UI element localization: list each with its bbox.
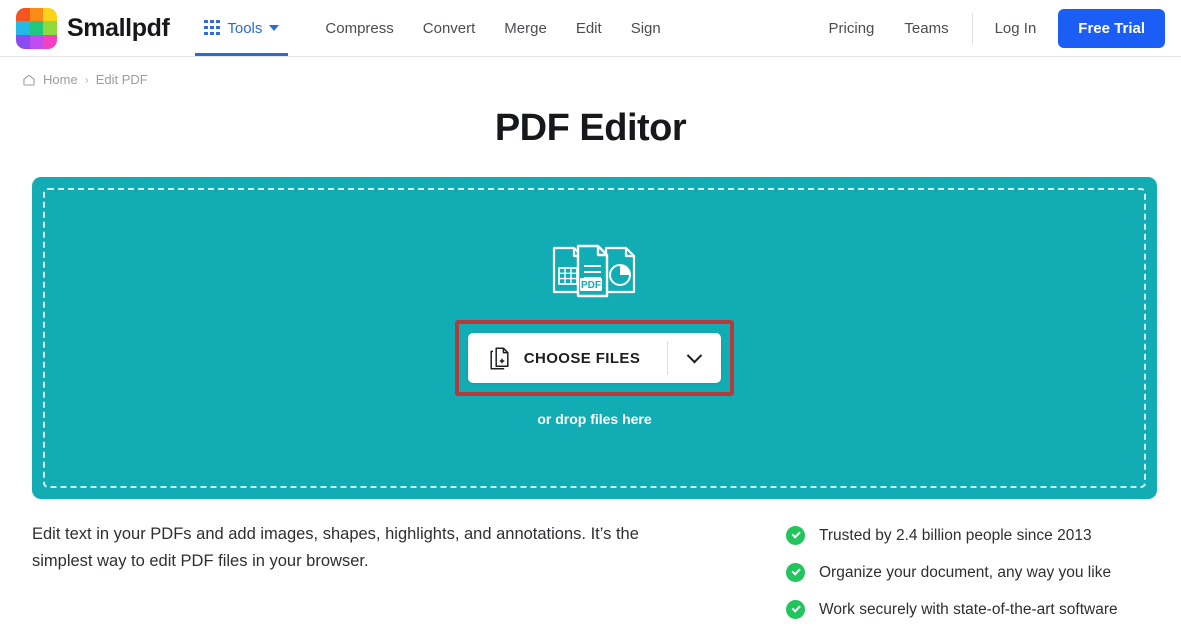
chevron-down-icon (686, 347, 703, 363)
breadcrumb-current: Edit PDF (95, 72, 148, 87)
logo-cell-2 (29, 7, 44, 22)
documents-stack-icon: PDF (553, 244, 636, 298)
chevron-down-icon (269, 25, 280, 31)
logo-cell-8 (29, 34, 44, 49)
choose-files-label: CHOOSE FILES (523, 349, 641, 367)
logo-cell-3 (43, 7, 57, 22)
nav-link-group: Compress Convert Merge Edit Sign (325, 20, 660, 37)
logo-cell-5 (29, 21, 44, 35)
site-header: Smallpdf Tools Compress Convert Merge Ed… (0, 0, 1181, 57)
svg-text:PDF: PDF (581, 280, 601, 291)
page-title: PDF Editor (494, 107, 687, 149)
primary-nav: Tools Compress Convert Merge Edit Sign (195, 0, 661, 56)
choose-files-button[interactable]: CHOOSE FILES (468, 333, 667, 383)
file-dropzone[interactable]: PDF CHOOSE FILES or drop files here (32, 177, 1157, 499)
logo-cell-6 (43, 21, 57, 35)
secondary-link-group: Pricing Teams (829, 20, 972, 37)
list-item: Organize your document, any way you like (786, 563, 1118, 582)
secondary-nav: Pricing Teams Log In Free Trial (829, 8, 1165, 48)
feature-label: Trusted by 2.4 billion people since 2013 (819, 526, 1092, 544)
feature-label: Work securely with state-of-the-art soft… (819, 600, 1118, 618)
nav-link-teams[interactable]: Teams (904, 20, 948, 37)
nav-link-edit[interactable]: Edit (576, 20, 602, 37)
logo-cell-7 (16, 34, 30, 49)
nav-tools-menu[interactable]: Tools (195, 0, 289, 56)
list-item: Trusted by 2.4 billion people since 2013 (786, 526, 1118, 545)
feature-list: Trusted by 2.4 billion people since 2013… (786, 521, 1118, 619)
file-add-icon (490, 346, 509, 370)
logo-cell-4 (16, 21, 30, 35)
nav-link-sign[interactable]: Sign (631, 20, 661, 37)
login-link[interactable]: Log In (973, 20, 1059, 37)
choose-files-highlight: CHOOSE FILES (454, 320, 735, 396)
breadcrumb-home-link[interactable]: Home (43, 72, 78, 87)
feature-label: Organize your document, any way you like (819, 563, 1112, 581)
choose-files-dropdown-button[interactable] (668, 333, 721, 383)
tool-description: Edit text in your PDFs and add images, s… (32, 525, 639, 570)
nav-link-merge[interactable]: Merge (504, 20, 547, 37)
grid-dots-icon (204, 20, 220, 36)
brand-logo-link[interactable]: Smallpdf (16, 7, 170, 49)
check-circle-icon (786, 526, 805, 545)
nav-tools-label: Tools (227, 19, 263, 37)
breadcrumb: Home › Edit PDF (22, 72, 1181, 87)
bottom-section: Edit text in your PDFs and add images, s… (0, 521, 1181, 619)
drop-files-hint: or drop files here (537, 411, 652, 427)
free-trial-button[interactable]: Free Trial (1058, 8, 1165, 48)
nav-link-compress[interactable]: Compress (325, 20, 393, 37)
home-icon (23, 74, 35, 86)
breadcrumb-separator: › (84, 72, 89, 87)
dropzone-content: PDF CHOOSE FILES or drop files here (454, 243, 735, 427)
logo-cell-9 (43, 34, 57, 49)
list-item: Work securely with state-of-the-art soft… (786, 600, 1118, 619)
check-circle-icon (786, 563, 805, 582)
choose-files-split-button[interactable]: CHOOSE FILES (467, 333, 722, 383)
nav-link-pricing[interactable]: Pricing (829, 20, 875, 37)
logo-cell-1 (16, 7, 30, 22)
smallpdf-logo-icon (16, 7, 57, 49)
brand-name: Smallpdf (67, 13, 170, 42)
nav-link-convert[interactable]: Convert (423, 20, 476, 37)
check-circle-icon (786, 600, 805, 619)
